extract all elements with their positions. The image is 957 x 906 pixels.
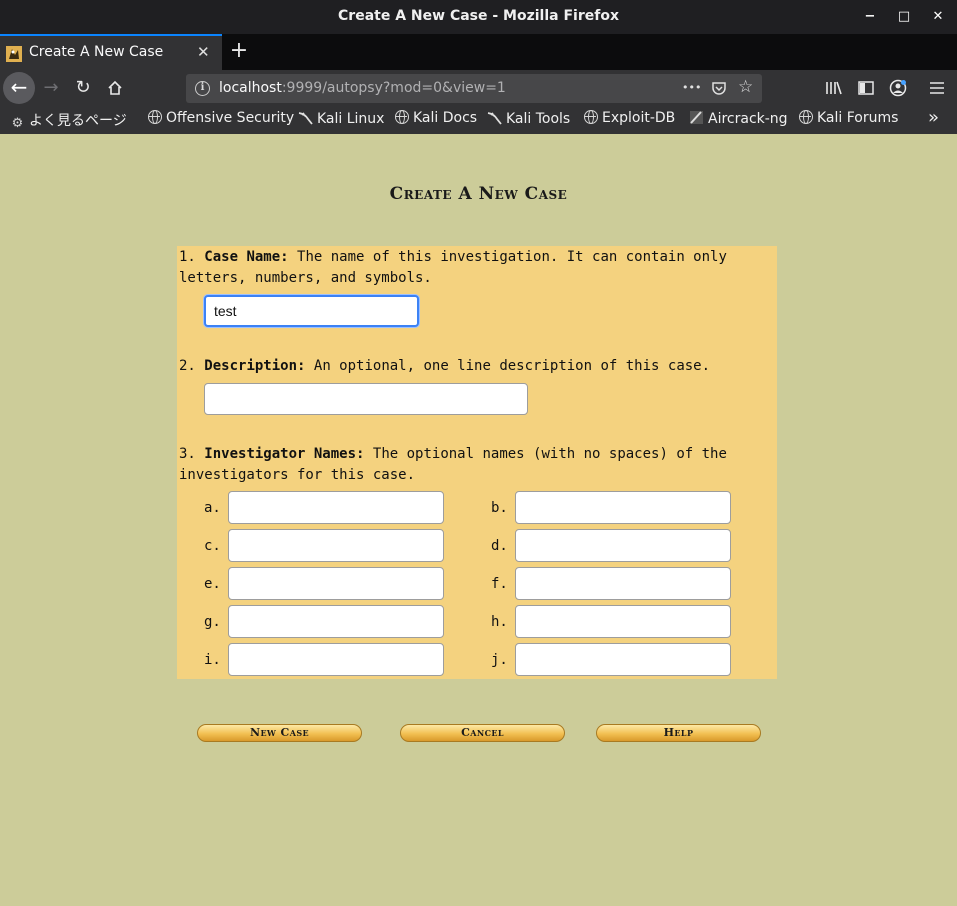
bookmark-kali-docs[interactable]: Kali Docs	[395, 110, 477, 126]
tab-strip: Create A New Case ✕ +	[0, 34, 957, 70]
bookmark-most-visited[interactable]: ⚙ よく見るページ	[10, 110, 127, 131]
bookmark-kali-linux[interactable]: Kali Linux	[298, 110, 384, 127]
url-text[interactable]: localhost:9999/autopsy?mod=0&view=1	[219, 80, 506, 96]
investigator-c-input[interactable]	[228, 529, 444, 562]
bookmark-aircrack-ng[interactable]: Aircrack-ng	[689, 110, 788, 127]
bookmarks-overflow-icon[interactable]: »	[928, 107, 939, 128]
url-bar[interactable]: i localhost:9999/autopsy?mod=0&view=1 ••…	[186, 74, 762, 103]
investigator-text-line2: investigators for this case.	[179, 467, 416, 483]
help-button[interactable]: Help	[596, 724, 761, 742]
bookmark-label: よく見るページ	[29, 113, 127, 129]
bookmark-label: Exploit-DB	[602, 110, 676, 126]
navigation-bar: ← → ↻ i localhost:9999/autopsy?mod=0&vie…	[0, 70, 957, 106]
bookmark-label: Kali Linux	[317, 111, 385, 127]
description-input[interactable]	[204, 383, 528, 415]
investigator-number: 3.	[179, 446, 196, 462]
account-icon[interactable]	[886, 76, 910, 100]
close-window-icon[interactable]: ✕	[929, 8, 947, 26]
kali-dragon-icon	[487, 110, 502, 125]
page-title: Create A New Case	[389, 184, 568, 204]
globe-icon	[799, 110, 813, 124]
new-case-button[interactable]: New Case	[197, 724, 362, 742]
investigator-i-label: i.	[204, 652, 221, 668]
autopsy-favicon-icon	[6, 46, 22, 62]
investigator-d-label: d.	[491, 538, 508, 554]
investigator-h-label: h.	[491, 614, 508, 630]
tab-close-icon[interactable]: ✕	[197, 43, 210, 61]
investigator-text-line1: The optional names (with no spaces) of t…	[372, 446, 727, 462]
back-icon[interactable]: ←	[3, 72, 35, 104]
investigator-instructions: 3. Investigator Names: The optional name…	[179, 444, 739, 486]
page-actions-icon[interactable]: •••	[682, 81, 701, 94]
bookmark-star-icon[interactable]: ☆	[738, 77, 753, 97]
bookmark-offensive-security[interactable]: Offensive Security	[148, 110, 294, 126]
gear-icon: ⚙	[11, 116, 24, 131]
tab-label: Create A New Case	[29, 44, 164, 60]
globe-icon	[395, 110, 409, 124]
bookmark-label: Aircrack-ng	[708, 111, 788, 127]
investigator-label: Investigator Names:	[204, 446, 365, 462]
page-content: Create A New Case 1. Case Name: The name…	[0, 134, 957, 906]
page-info-icon[interactable]: i	[195, 81, 210, 96]
bookmark-exploit-db[interactable]: Exploit-DB	[584, 110, 675, 126]
url-host: localhost	[219, 80, 282, 96]
reload-icon[interactable]: ↻	[71, 76, 95, 100]
bookmark-kali-forums[interactable]: Kali Forums	[799, 110, 898, 126]
investigator-a-label: a.	[204, 500, 221, 516]
investigator-f-label: f.	[491, 576, 508, 592]
case-name-label: Case Name:	[204, 249, 289, 265]
case-name-instructions: 1. Case Name: The name of this investiga…	[179, 247, 739, 289]
case-name-text-line2: letters, numbers, and symbols.	[179, 270, 432, 286]
description-text: An optional, one line description of thi…	[313, 358, 711, 374]
description-number: 2.	[179, 358, 196, 374]
cancel-button[interactable]: Cancel	[400, 724, 565, 742]
url-path: :9999/autopsy?mod=0&view=1	[281, 80, 506, 96]
description-label: Description:	[204, 358, 306, 374]
bookmark-label: Kali Tools	[506, 111, 571, 127]
window-titlebar: Create A New Case - Mozilla Firefox − □ …	[0, 0, 957, 34]
bookmarks-toolbar: ⚙ よく見るページ Offensive Security Kali Linux K…	[0, 106, 957, 134]
investigator-f-input[interactable]	[515, 567, 731, 600]
investigator-e-label: e.	[204, 576, 221, 592]
investigator-j-input[interactable]	[515, 643, 731, 676]
bookmark-label: Kali Docs	[413, 110, 478, 126]
bookmark-label: Kali Forums	[817, 110, 899, 126]
investigator-j-label: j.	[491, 652, 508, 668]
maximize-icon[interactable]: □	[895, 8, 913, 26]
investigator-b-input[interactable]	[515, 491, 731, 524]
forward-icon[interactable]: →	[39, 76, 63, 100]
investigator-d-input[interactable]	[515, 529, 731, 562]
bookmark-label: Offensive Security	[166, 110, 295, 126]
globe-icon	[148, 110, 162, 124]
menu-icon[interactable]	[925, 76, 949, 100]
kali-dragon-icon	[298, 110, 313, 125]
investigator-g-label: g.	[204, 614, 221, 630]
investigator-g-input[interactable]	[228, 605, 444, 638]
investigator-i-input[interactable]	[228, 643, 444, 676]
new-case-form: 1. Case Name: The name of this investiga…	[177, 246, 777, 679]
investigator-b-label: b.	[491, 500, 508, 516]
pocket-icon[interactable]	[711, 78, 727, 100]
investigator-a-input[interactable]	[228, 491, 444, 524]
investigator-h-input[interactable]	[515, 605, 731, 638]
globe-icon	[584, 110, 598, 124]
minimize-icon[interactable]: −	[861, 8, 879, 26]
case-name-text-line1: The name of this investigation. It can c…	[297, 249, 727, 265]
library-icon[interactable]	[822, 76, 846, 100]
tab-create-new-case[interactable]: Create A New Case ✕	[0, 34, 222, 70]
description-instructions: 2. Description: An optional, one line de…	[179, 356, 739, 377]
new-tab-icon[interactable]: +	[228, 38, 250, 63]
case-name-number: 1.	[179, 249, 196, 265]
sidebar-icon[interactable]	[854, 76, 878, 100]
case-name-input[interactable]	[204, 295, 419, 327]
window-title: Create A New Case - Mozilla Firefox	[338, 8, 619, 24]
bookmark-kali-tools[interactable]: Kali Tools	[487, 110, 570, 127]
aircrack-icon	[689, 110, 704, 125]
home-icon[interactable]	[103, 76, 127, 100]
investigator-e-input[interactable]	[228, 567, 444, 600]
investigator-c-label: c.	[204, 538, 221, 554]
